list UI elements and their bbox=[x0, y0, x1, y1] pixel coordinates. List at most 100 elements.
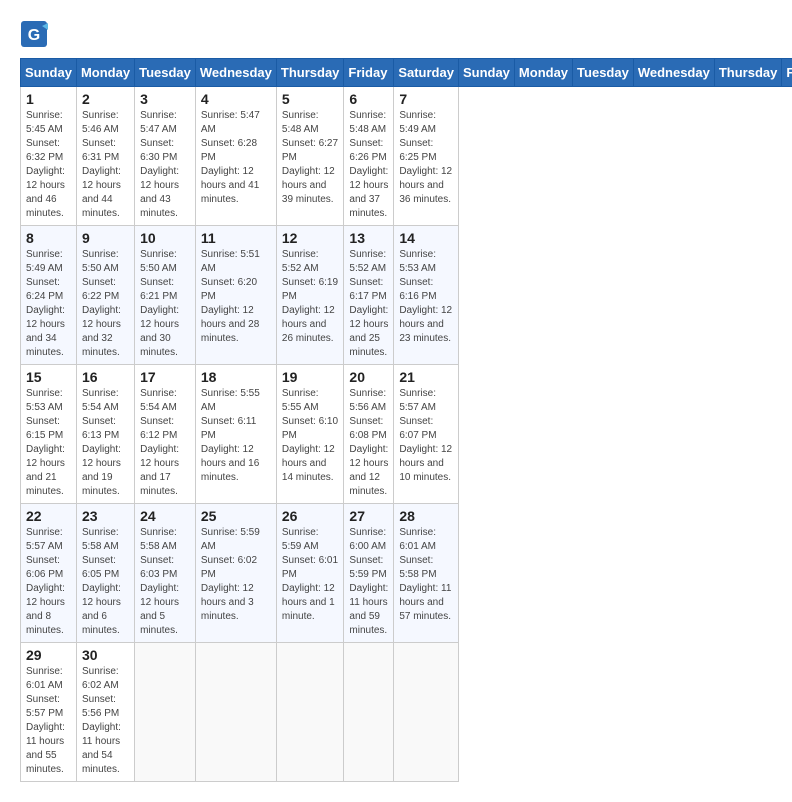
day-number: 30 bbox=[82, 647, 129, 663]
calendar-cell: 2 Sunrise: 5:46 AMSunset: 6:31 PMDayligh… bbox=[76, 87, 134, 226]
calendar-cell: 4 Sunrise: 5:47 AMSunset: 6:28 PMDayligh… bbox=[195, 87, 276, 226]
calendar-header-row: SundayMondayTuesdayWednesdayThursdayFrid… bbox=[21, 59, 792, 87]
header-tuesday: Tuesday bbox=[135, 59, 196, 87]
day-info: Sunrise: 5:48 AMSunset: 6:26 PMDaylight:… bbox=[349, 110, 388, 219]
day-info: Sunrise: 5:55 AMSunset: 6:11 PMDaylight:… bbox=[201, 388, 260, 483]
calendar-cell bbox=[344, 643, 394, 782]
calendar-cell: 11 Sunrise: 5:51 AMSunset: 6:20 PMDaylig… bbox=[195, 226, 276, 365]
day-number: 12 bbox=[282, 230, 339, 246]
calendar-cell: 30 Sunrise: 6:02 AMSunset: 5:56 PMDaylig… bbox=[76, 643, 134, 782]
day-number: 5 bbox=[282, 91, 339, 107]
calendar-cell bbox=[276, 643, 344, 782]
day-number: 16 bbox=[82, 369, 129, 385]
day-info: Sunrise: 5:49 AMSunset: 6:25 PMDaylight:… bbox=[399, 110, 452, 205]
calendar-cell: 12 Sunrise: 5:52 AMSunset: 6:19 PMDaylig… bbox=[276, 226, 344, 365]
calendar-cell: 19 Sunrise: 5:55 AMSunset: 6:10 PMDaylig… bbox=[276, 365, 344, 504]
day-number: 23 bbox=[82, 508, 129, 524]
day-number: 3 bbox=[140, 91, 190, 107]
day-info: Sunrise: 5:45 AMSunset: 6:32 PMDaylight:… bbox=[26, 110, 65, 219]
calendar-week-row: 15 Sunrise: 5:53 AMSunset: 6:15 PMDaylig… bbox=[21, 365, 792, 504]
day-number: 21 bbox=[399, 369, 453, 385]
day-info: Sunrise: 5:55 AMSunset: 6:10 PMDaylight:… bbox=[282, 388, 338, 483]
calendar-cell: 7 Sunrise: 5:49 AMSunset: 6:25 PMDayligh… bbox=[394, 87, 459, 226]
calendar-cell: 28 Sunrise: 6:01 AMSunset: 5:58 PMDaylig… bbox=[394, 504, 459, 643]
calendar-week-row: 22 Sunrise: 5:57 AMSunset: 6:06 PMDaylig… bbox=[21, 504, 792, 643]
day-info: Sunrise: 5:48 AMSunset: 6:27 PMDaylight:… bbox=[282, 110, 338, 205]
calendar-cell bbox=[195, 643, 276, 782]
day-info: Sunrise: 5:50 AMSunset: 6:22 PMDaylight:… bbox=[82, 249, 121, 358]
day-number: 27 bbox=[349, 508, 388, 524]
header-saturday: Saturday bbox=[394, 59, 459, 87]
day-info: Sunrise: 5:47 AMSunset: 6:28 PMDaylight:… bbox=[201, 110, 260, 205]
day-info: Sunrise: 5:58 AMSunset: 6:03 PMDaylight:… bbox=[140, 527, 179, 636]
header-tuesday: Tuesday bbox=[573, 59, 634, 87]
day-number: 9 bbox=[82, 230, 129, 246]
header-monday: Monday bbox=[76, 59, 134, 87]
day-number: 26 bbox=[282, 508, 339, 524]
calendar-cell: 22 Sunrise: 5:57 AMSunset: 6:06 PMDaylig… bbox=[21, 504, 77, 643]
calendar-cell: 9 Sunrise: 5:50 AMSunset: 6:22 PMDayligh… bbox=[76, 226, 134, 365]
calendar-cell: 27 Sunrise: 6:00 AMSunset: 5:59 PMDaylig… bbox=[344, 504, 394, 643]
day-info: Sunrise: 5:47 AMSunset: 6:30 PMDaylight:… bbox=[140, 110, 179, 219]
header-friday: Friday bbox=[782, 59, 792, 87]
header-wednesday: Wednesday bbox=[633, 59, 714, 87]
day-info: Sunrise: 6:00 AMSunset: 5:59 PMDaylight:… bbox=[349, 527, 388, 636]
day-number: 20 bbox=[349, 369, 388, 385]
header-sunday: Sunday bbox=[21, 59, 77, 87]
calendar-cell: 15 Sunrise: 5:53 AMSunset: 6:15 PMDaylig… bbox=[21, 365, 77, 504]
day-info: Sunrise: 5:51 AMSunset: 6:20 PMDaylight:… bbox=[201, 249, 260, 344]
day-number: 8 bbox=[26, 230, 71, 246]
day-number: 25 bbox=[201, 508, 271, 524]
day-number: 1 bbox=[26, 91, 71, 107]
day-info: Sunrise: 5:59 AMSunset: 6:01 PMDaylight:… bbox=[282, 527, 338, 622]
header-thursday: Thursday bbox=[276, 59, 344, 87]
day-number: 7 bbox=[399, 91, 453, 107]
day-number: 13 bbox=[349, 230, 388, 246]
calendar-cell bbox=[394, 643, 459, 782]
day-number: 10 bbox=[140, 230, 190, 246]
calendar-table: SundayMondayTuesdayWednesdayThursdayFrid… bbox=[20, 58, 792, 782]
svg-text:G: G bbox=[28, 27, 40, 44]
day-info: Sunrise: 6:01 AMSunset: 5:57 PMDaylight:… bbox=[26, 666, 65, 775]
calendar-cell: 5 Sunrise: 5:48 AMSunset: 6:27 PMDayligh… bbox=[276, 87, 344, 226]
day-info: Sunrise: 5:58 AMSunset: 6:05 PMDaylight:… bbox=[82, 527, 121, 636]
day-number: 24 bbox=[140, 508, 190, 524]
day-number: 28 bbox=[399, 508, 453, 524]
calendar-cell: 10 Sunrise: 5:50 AMSunset: 6:21 PMDaylig… bbox=[135, 226, 196, 365]
day-info: Sunrise: 5:46 AMSunset: 6:31 PMDaylight:… bbox=[82, 110, 121, 219]
calendar-cell: 26 Sunrise: 5:59 AMSunset: 6:01 PMDaylig… bbox=[276, 504, 344, 643]
day-info: Sunrise: 5:50 AMSunset: 6:21 PMDaylight:… bbox=[140, 249, 179, 358]
day-number: 4 bbox=[201, 91, 271, 107]
calendar-cell: 3 Sunrise: 5:47 AMSunset: 6:30 PMDayligh… bbox=[135, 87, 196, 226]
header-monday: Monday bbox=[514, 59, 572, 87]
calendar-cell: 14 Sunrise: 5:53 AMSunset: 6:16 PMDaylig… bbox=[394, 226, 459, 365]
day-info: Sunrise: 5:59 AMSunset: 6:02 PMDaylight:… bbox=[201, 527, 260, 622]
calendar-cell: 13 Sunrise: 5:52 AMSunset: 6:17 PMDaylig… bbox=[344, 226, 394, 365]
header-wednesday: Wednesday bbox=[195, 59, 276, 87]
calendar-week-row: 29 Sunrise: 6:01 AMSunset: 5:57 PMDaylig… bbox=[21, 643, 792, 782]
day-info: Sunrise: 5:49 AMSunset: 6:24 PMDaylight:… bbox=[26, 249, 65, 358]
header-sunday: Sunday bbox=[458, 59, 514, 87]
calendar-week-row: 8 Sunrise: 5:49 AMSunset: 6:24 PMDayligh… bbox=[21, 226, 792, 365]
day-info: Sunrise: 5:53 AMSunset: 6:16 PMDaylight:… bbox=[399, 249, 452, 344]
calendar-cell: 8 Sunrise: 5:49 AMSunset: 6:24 PMDayligh… bbox=[21, 226, 77, 365]
day-info: Sunrise: 5:54 AMSunset: 6:13 PMDaylight:… bbox=[82, 388, 121, 497]
day-info: Sunrise: 5:52 AMSunset: 6:19 PMDaylight:… bbox=[282, 249, 338, 344]
logo-icon: G bbox=[20, 20, 48, 48]
calendar-cell: 29 Sunrise: 6:01 AMSunset: 5:57 PMDaylig… bbox=[21, 643, 77, 782]
day-number: 22 bbox=[26, 508, 71, 524]
calendar-cell: 17 Sunrise: 5:54 AMSunset: 6:12 PMDaylig… bbox=[135, 365, 196, 504]
calendar-cell: 24 Sunrise: 5:58 AMSunset: 6:03 PMDaylig… bbox=[135, 504, 196, 643]
calendar-cell bbox=[135, 643, 196, 782]
header-thursday: Thursday bbox=[714, 59, 782, 87]
day-info: Sunrise: 6:02 AMSunset: 5:56 PMDaylight:… bbox=[82, 666, 121, 775]
calendar-cell: 16 Sunrise: 5:54 AMSunset: 6:13 PMDaylig… bbox=[76, 365, 134, 504]
calendar-cell: 25 Sunrise: 5:59 AMSunset: 6:02 PMDaylig… bbox=[195, 504, 276, 643]
calendar-cell: 18 Sunrise: 5:55 AMSunset: 6:11 PMDaylig… bbox=[195, 365, 276, 504]
day-number: 2 bbox=[82, 91, 129, 107]
logo: G bbox=[20, 20, 51, 48]
calendar-cell: 20 Sunrise: 5:56 AMSunset: 6:08 PMDaylig… bbox=[344, 365, 394, 504]
day-number: 11 bbox=[201, 230, 271, 246]
day-info: Sunrise: 5:53 AMSunset: 6:15 PMDaylight:… bbox=[26, 388, 65, 497]
day-number: 29 bbox=[26, 647, 71, 663]
